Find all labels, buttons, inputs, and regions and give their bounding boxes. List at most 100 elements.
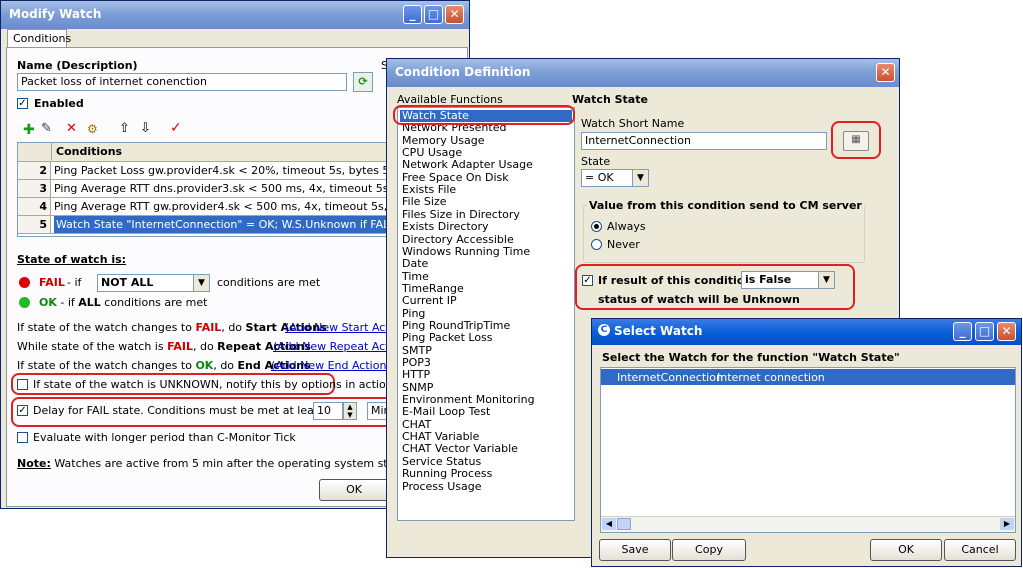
delay-label: Delay for FAIL state. Conditions must be… xyxy=(33,404,324,417)
list-item[interactable]: Directory Accessible xyxy=(402,233,514,246)
select-watch-title: Select Watch xyxy=(614,324,703,338)
add-end-action-link[interactable]: (Add New End Action) xyxy=(271,359,391,372)
ok-indicator-icon xyxy=(19,297,30,308)
longer-period-checkbox[interactable] xyxy=(17,432,28,443)
delete-icon[interactable]: ✕ xyxy=(66,121,77,136)
move-down-icon[interactable]: ⇩ xyxy=(140,121,151,136)
edit-icon[interactable]: ✎ xyxy=(41,121,52,136)
scroll-left-icon[interactable]: ◀ xyxy=(602,518,616,530)
delay-spinner[interactable]: ▲ ▼ xyxy=(343,402,357,420)
close-icon[interactable]: ✕ xyxy=(445,5,464,24)
list-item[interactable]: Date xyxy=(402,258,428,270)
fail-indicator-icon xyxy=(19,277,30,288)
list-item[interactable]: Process Usage xyxy=(402,480,482,493)
browse-watch-icon[interactable]: ▦ xyxy=(843,131,869,151)
copy-button[interactable]: Copy xyxy=(672,539,746,561)
list-item[interactable]: Environment Monitoring xyxy=(402,394,535,406)
watch-list[interactable]: InternetConnection Internet connection ◀… xyxy=(600,367,1016,533)
short-name-input[interactable]: InternetConnection xyxy=(581,132,827,150)
select-watch-titlebar[interactable]: C Select Watch _ □ ✕ xyxy=(592,319,1021,345)
check-icon[interactable]: ✓ xyxy=(170,120,182,136)
list-item[interactable]: Current IP xyxy=(402,295,457,307)
list-item[interactable]: Network Adapter Usage xyxy=(402,159,533,171)
minimize-icon[interactable]: _ xyxy=(403,5,422,24)
horizontal-scrollbar[interactable]: ◀ ▶ xyxy=(601,516,1015,532)
ok-button[interactable]: OK xyxy=(870,539,942,561)
list-item[interactable]: E-Mail Loop Test xyxy=(402,406,490,418)
conditions-header-row: Conditions xyxy=(18,143,392,162)
fail-word: FAIL xyxy=(39,276,65,289)
tab-conditions[interactable]: Conditions xyxy=(7,29,71,48)
condition-definition-titlebar[interactable]: Condition Definition ✕ xyxy=(387,59,899,87)
list-item[interactable]: File Size xyxy=(402,196,446,208)
ok-button[interactable]: OK xyxy=(319,479,389,501)
enabled-checkbox[interactable]: ✓ xyxy=(17,98,28,109)
delay-input[interactable]: 10 xyxy=(313,402,343,420)
move-up-icon[interactable]: ⇧ xyxy=(119,121,130,136)
conditions-table: Conditions 2 Ping Packet Loss gw.provide… xyxy=(17,142,393,237)
functions-list[interactable]: Watch State Network Presented Memory Usage… xyxy=(397,107,575,521)
list-item[interactable]: Ping RoundTripTime xyxy=(402,319,510,332)
fail-condition-select[interactable]: NOT ALL ▼ xyxy=(97,274,210,292)
maximize-icon[interactable]: □ xyxy=(975,322,994,341)
ok-state-line: OK - if ALL conditions are met xyxy=(39,296,208,309)
list-item[interactable]: CHAT Vector Variable xyxy=(402,443,518,455)
app-icon: C xyxy=(598,324,610,336)
conditions-header[interactable]: Conditions xyxy=(56,145,122,158)
table-row-selected[interactable]: 5 Watch State "InternetConnection" = OK;… xyxy=(18,216,392,234)
radio-always[interactable] xyxy=(591,221,602,232)
state-select[interactable]: = OK ▼ xyxy=(581,169,649,187)
close-icon[interactable]: ✕ xyxy=(876,63,895,82)
list-item[interactable]: Running Process xyxy=(402,468,492,480)
short-name-label: Watch Short Name xyxy=(581,117,685,130)
add-icon[interactable]: ✚ xyxy=(23,122,35,138)
list-item[interactable]: SMTP xyxy=(402,344,432,357)
table-row[interactable]: 2 Ping Packet Loss gw.provider4.sk < 20%… xyxy=(18,162,392,180)
table-row[interactable]: 3 Ping Average RTT dns.provider3.sk < 50… xyxy=(18,180,392,198)
list-item[interactable]: CHAT Variable xyxy=(402,431,479,443)
unknown-label: If state of the watch is UNKNOWN, notify… xyxy=(33,378,399,391)
refresh-icon[interactable]: ⟳ xyxy=(353,72,373,92)
scroll-thumb[interactable] xyxy=(617,518,631,530)
list-item[interactable]: Memory Usage xyxy=(402,134,485,147)
delay-checkbox[interactable]: ✓ xyxy=(17,405,28,416)
list-item[interactable]: Time xyxy=(402,270,429,283)
result-label: If result of this condition xyxy=(598,274,753,287)
list-item[interactable]: CHAT xyxy=(402,418,431,431)
close-icon[interactable]: ✕ xyxy=(997,322,1016,341)
save-button[interactable]: Save xyxy=(599,539,671,561)
unknown-checkbox[interactable] xyxy=(17,379,28,390)
list-item[interactable]: Files Size in Directory xyxy=(402,208,520,221)
result-select[interactable]: is False ▼ xyxy=(741,271,835,289)
result-checkbox[interactable]: ✓ xyxy=(582,275,593,286)
list-item[interactable]: Ping xyxy=(402,307,425,320)
list-item[interactable]: CPU Usage xyxy=(402,147,462,159)
list-item[interactable]: TimeRange xyxy=(402,282,464,295)
table-row[interactable]: 4 Ping Average RTT gw.provider4.sk < 500… xyxy=(18,198,392,216)
maximize-icon[interactable]: □ xyxy=(424,5,443,24)
modify-watch-titlebar[interactable]: Modify Watch _ □ ✕ xyxy=(1,1,469,29)
scroll-right-icon[interactable]: ▶ xyxy=(1000,518,1014,530)
list-item[interactable]: Exists File xyxy=(402,184,456,196)
list-item[interactable]: Exists Directory xyxy=(402,221,489,233)
gear-icon[interactable]: ⚙ xyxy=(87,122,98,136)
chevron-down-icon: ▼ xyxy=(818,272,834,288)
cancel-button[interactable]: Cancel xyxy=(944,539,1016,561)
modify-watch-title: Modify Watch xyxy=(9,7,102,21)
list-item[interactable]: SNMP xyxy=(402,381,433,394)
list-item[interactable]: Free Space On Disk xyxy=(402,171,509,184)
name-input[interactable]: Packet loss of internet conenction xyxy=(17,73,347,91)
fail-if: - if xyxy=(67,276,82,289)
minimize-icon[interactable]: _ xyxy=(953,322,972,341)
list-item[interactable]: Service Status xyxy=(402,455,481,468)
list-item[interactable]: HTTP xyxy=(402,369,430,381)
radio-never[interactable] xyxy=(591,239,602,250)
send-value-group xyxy=(583,205,865,263)
list-item[interactable]: InternetConnection Internet connection xyxy=(601,369,1015,385)
chevron-down-icon: ▼ xyxy=(193,275,209,291)
start-actions-line: If state of the watch changes to FAIL, d… xyxy=(17,321,327,334)
longer-period-label: Evaluate with longer period than C-Monit… xyxy=(33,431,296,444)
list-item[interactable]: Ping Packet Loss xyxy=(402,332,493,344)
list-item[interactable]: Windows Running Time xyxy=(402,245,530,258)
list-item[interactable]: POP3 xyxy=(402,357,431,369)
